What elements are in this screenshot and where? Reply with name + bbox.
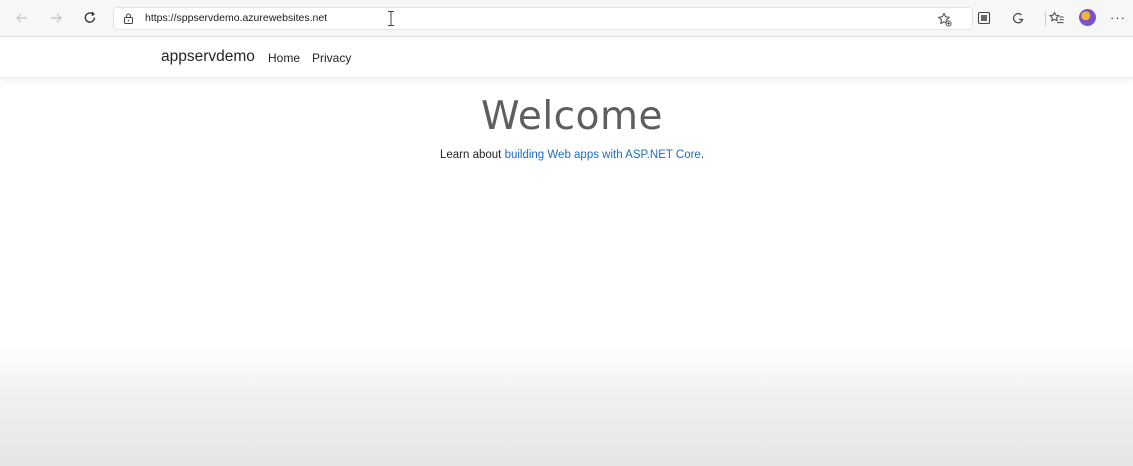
lock-icon[interactable] [122, 12, 135, 25]
forward-button[interactable] [44, 6, 68, 30]
back-button[interactable] [10, 6, 34, 30]
profile-avatar[interactable] [1079, 9, 1096, 26]
url-text[interactable]: https://sppservdemo.azurewebsites.net [145, 12, 327, 24]
collections-icon [977, 11, 991, 25]
intro-prefix: Learn about [439, 149, 505, 161]
aspnet-docs-link[interactable]: building Web apps with ASP.NET Core [505, 149, 701, 161]
extension-icon [1013, 13, 1024, 24]
intro-paragraph: Learn about building Web apps with ASP.N… [0, 149, 1133, 161]
address-bar[interactable]: https://sppservdemo.azurewebsites.net [113, 7, 973, 30]
toolbar-divider [1045, 11, 1046, 26]
bottom-fade-overlay [0, 345, 1133, 466]
add-favorite-button[interactable] [935, 10, 953, 28]
refresh-button[interactable] [78, 6, 102, 30]
intro-suffix: . [700, 149, 705, 161]
browser-toolbar: https://sppservdemo.azurewebsites.net ··… [0, 0, 1133, 37]
nav-link-home[interactable]: Home [268, 51, 300, 65]
star-plus-icon [937, 11, 952, 27]
extensions-button[interactable] [1008, 8, 1028, 28]
back-arrow-icon [16, 13, 27, 23]
collections-button[interactable] [974, 8, 994, 28]
more-options-button[interactable]: ··· [1110, 10, 1126, 25]
site-navbar: appservdemo Home Privacy [0, 37, 1133, 78]
page-heading-text: Welcome [481, 94, 663, 139]
nav-link-privacy[interactable]: Privacy [312, 51, 351, 65]
forward-arrow-icon [51, 13, 62, 23]
favorites-button[interactable] [1047, 8, 1067, 28]
refresh-icon [84, 11, 96, 23]
page-heading: Welcome [0, 94, 1133, 139]
site-brand-link[interactable]: appservdemo [161, 48, 255, 66]
favorites-icon [1049, 11, 1064, 24]
text-cursor-icon [388, 11, 394, 26]
